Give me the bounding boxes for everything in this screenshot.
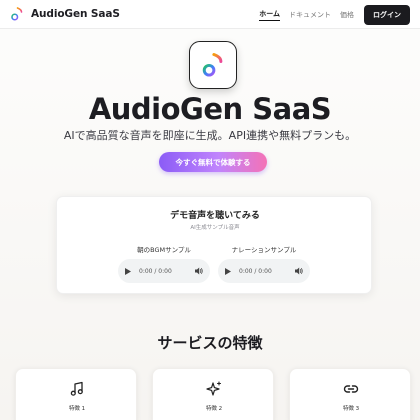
top-header: AudioGen SaaS ホーム ドキュメント 価格 ログイン: [0, 0, 420, 29]
feature-label: 特徴 2: [205, 406, 223, 412]
demo-subtitle: AI生成サンプル音声: [190, 225, 240, 231]
volume-icon[interactable]: [295, 267, 303, 275]
demo-card: デモ音声を聴いてみる AI生成サンプル音声 朝のBGMサンプル 0:00 / 0…: [56, 196, 372, 294]
audio-player[interactable]: 0:00 / 0:00: [218, 259, 310, 283]
hero-logo: [189, 41, 237, 89]
volume-icon[interactable]: [195, 267, 203, 275]
try-free-button[interactable]: 今すぐ無料で体験する: [159, 152, 267, 172]
feature-label: 特徴 1: [68, 406, 86, 412]
feature-card-2: 特徴 2: [152, 368, 274, 420]
play-icon[interactable]: [225, 267, 231, 275]
feature-card-3: 特徴 3: [289, 368, 411, 420]
demo-title: デモ音声を聴いてみる: [170, 211, 260, 221]
brand[interactable]: AudioGen SaaS: [9, 6, 120, 22]
player-time: 0:00 / 0:00: [239, 267, 272, 275]
hero-subtitle: AIで高品質な音声を即座に生成。API連携や無料プランも。: [63, 129, 357, 142]
nav-docs[interactable]: ドキュメント: [289, 10, 331, 20]
app-logo-icon: [202, 53, 223, 77]
sample-morning-bgm: 朝のBGMサンプル 0:00 / 0:00: [118, 244, 210, 283]
music-note-icon: [70, 381, 83, 396]
services-title: サービスの特徴: [157, 334, 263, 352]
sample-label: 朝のBGMサンプル: [137, 246, 191, 254]
audio-player[interactable]: 0:00 / 0:00: [118, 259, 210, 283]
main-nav: ホーム ドキュメント 価格 ログイン: [250, 0, 410, 29]
player-time: 0:00 / 0:00: [139, 267, 172, 275]
brand-name: AudioGen SaaS: [31, 8, 120, 20]
sample-narration: ナレーションサンプル 0:00 / 0:00: [218, 244, 310, 283]
play-icon[interactable]: [125, 267, 131, 275]
nav-pricing[interactable]: 価格: [340, 10, 354, 20]
sample-label: ナレーションサンプル: [231, 246, 297, 254]
link-icon: [343, 385, 359, 393]
feature-card-1: 特徴 1: [15, 368, 137, 420]
feature-label: 特徴 3: [342, 406, 360, 412]
login-button[interactable]: ログイン: [364, 4, 410, 25]
hero-title: AudioGen SaaS: [88, 92, 332, 126]
nav-home[interactable]: ホーム: [259, 9, 280, 21]
app-logo-icon: [11, 7, 23, 21]
sparkles-icon: [206, 381, 222, 396]
